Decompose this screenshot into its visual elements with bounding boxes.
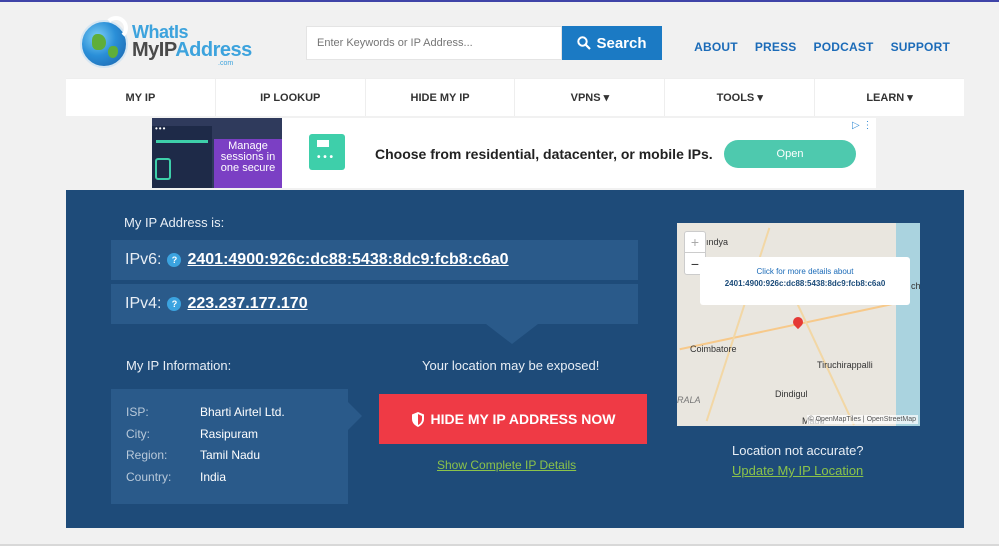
site-logo[interactable]: WhatIs MyIPAddress .com <box>80 16 252 68</box>
zoom-in-button[interactable]: + <box>685 232 705 253</box>
map-label: Tiruchirappalli <box>817 360 873 370</box>
nav-hide-my-ip[interactable]: HIDE MY IP <box>366 79 516 116</box>
ipv4-label: IPv4: <box>125 295 162 312</box>
shield-icon <box>411 411 424 427</box>
hide-my-ip-button[interactable]: HIDE MY IP ADDRESS NOW <box>379 394 647 444</box>
nav-my-ip[interactable]: MY IP <box>66 79 216 116</box>
info-arrow <box>348 402 362 430</box>
location-exposed-text: Your location may be exposed! <box>422 358 600 373</box>
globe-logo-icon <box>80 16 128 68</box>
info-row-isp: ISP: Bharti Airtel Ltd. <box>126 405 285 419</box>
callout-notch <box>486 324 538 344</box>
podcast-link[interactable]: PODCAST <box>814 40 874 54</box>
ip-address-label: My IP Address is: <box>124 215 225 230</box>
search-button[interactable]: Search <box>562 26 662 60</box>
ip-info-box: ISP: Bharti Airtel Ltd. City: Rasipuram Re… <box>111 389 348 504</box>
nav-learn[interactable]: LEARN ▾ <box>815 79 964 116</box>
map-popup-ip: 2401:4900:926c:dc88:5438:8dc9:fcb8:c6a0 <box>724 279 886 288</box>
search-icon <box>577 36 592 50</box>
map-popup[interactable]: Click for more details about 2401:4900:9… <box>700 257 910 305</box>
ad-image-text: Manage sessions in one secure <box>214 139 282 188</box>
hide-my-ip-label: HIDE MY IP ADDRESS NOW <box>430 411 616 427</box>
ad-image: ••• Manage sessions in one secure <box>152 118 282 188</box>
ipv6-label: IPv6: <box>125 251 162 268</box>
ipv4-value-link[interactable]: 223.237.177.170 <box>187 295 307 313</box>
info-row-country: Country: India <box>126 470 227 484</box>
logo-com-text: .com <box>218 60 234 67</box>
ad-open-button[interactable]: Open <box>724 140 856 168</box>
ad-choices-icon[interactable]: ▷ ⋮ <box>852 120 872 131</box>
info-row-city: City: Rasipuram <box>126 427 259 441</box>
map-popup-line1: Click for more details about <box>756 267 854 276</box>
ad-headline: Choose from residential, datacenter, or … <box>375 146 713 162</box>
help-icon[interactable]: ? <box>167 297 182 311</box>
map-label: ındya <box>706 237 729 247</box>
info-row-region: Region: Tamil Nadu <box>126 448 261 462</box>
nav-tools[interactable]: TOOLS ▾ <box>665 79 816 116</box>
ip-information-label: My IP Information: <box>126 358 232 373</box>
ipv6-value-link[interactable]: 2401:4900:926c:dc88:5438:8dc9:fcb8:c6a0 <box>187 251 508 269</box>
top-links: ABOUT PRESS PODCAST SUPPORT <box>694 40 950 54</box>
map-label: Coimbatore <box>690 344 737 354</box>
press-link[interactable]: PRESS <box>755 40 797 54</box>
map-label: Dindigul <box>775 389 808 399</box>
show-ip-details-link[interactable]: Show Complete IP Details <box>437 458 576 472</box>
location-not-accurate-text: Location not accurate? <box>732 443 864 458</box>
site-header: WhatIs MyIPAddress .com Search ABOUT PRE… <box>66 2 964 78</box>
lock-icon <box>155 158 171 180</box>
main-nav: MY IP IP LOOKUP HIDE MY IP VPNS ▾ TOOLS … <box>66 78 964 116</box>
nav-ip-lookup[interactable]: IP LOOKUP <box>216 79 366 116</box>
support-link[interactable]: SUPPORT <box>891 40 950 54</box>
map-label: ch <box>911 281 920 291</box>
help-icon[interactable]: ? <box>167 253 182 267</box>
logo-text-line2: MyIPAddress <box>132 39 252 61</box>
map-label: RALA <box>677 395 701 405</box>
floppy-icon: • • • <box>309 134 345 170</box>
ad-banner[interactable]: ••• Manage sessions in one secure • • • … <box>152 118 876 188</box>
ipv6-row: IPv6: ? 2401:4900:926c:dc88:5438:8dc9:fc… <box>111 240 638 280</box>
search-input[interactable] <box>306 26 562 60</box>
update-ip-location-link[interactable]: Update My IP Location <box>732 463 863 478</box>
map-attribution[interactable]: © OpenMapTiles | OpenStreetMap <box>806 415 918 424</box>
ip-info-panel: My IP Address is: IPv6: ? 2401:4900:926c… <box>66 190 964 528</box>
ipv4-row: IPv4: ? 223.237.177.170 <box>111 284 638 324</box>
about-link[interactable]: ABOUT <box>694 40 738 54</box>
location-map[interactable]: ındya Coimbatore Tiruchirappalli Dindigu… <box>677 223 920 426</box>
nav-vpns[interactable]: VPNS ▾ <box>515 79 666 116</box>
search-button-label: Search <box>596 34 647 52</box>
